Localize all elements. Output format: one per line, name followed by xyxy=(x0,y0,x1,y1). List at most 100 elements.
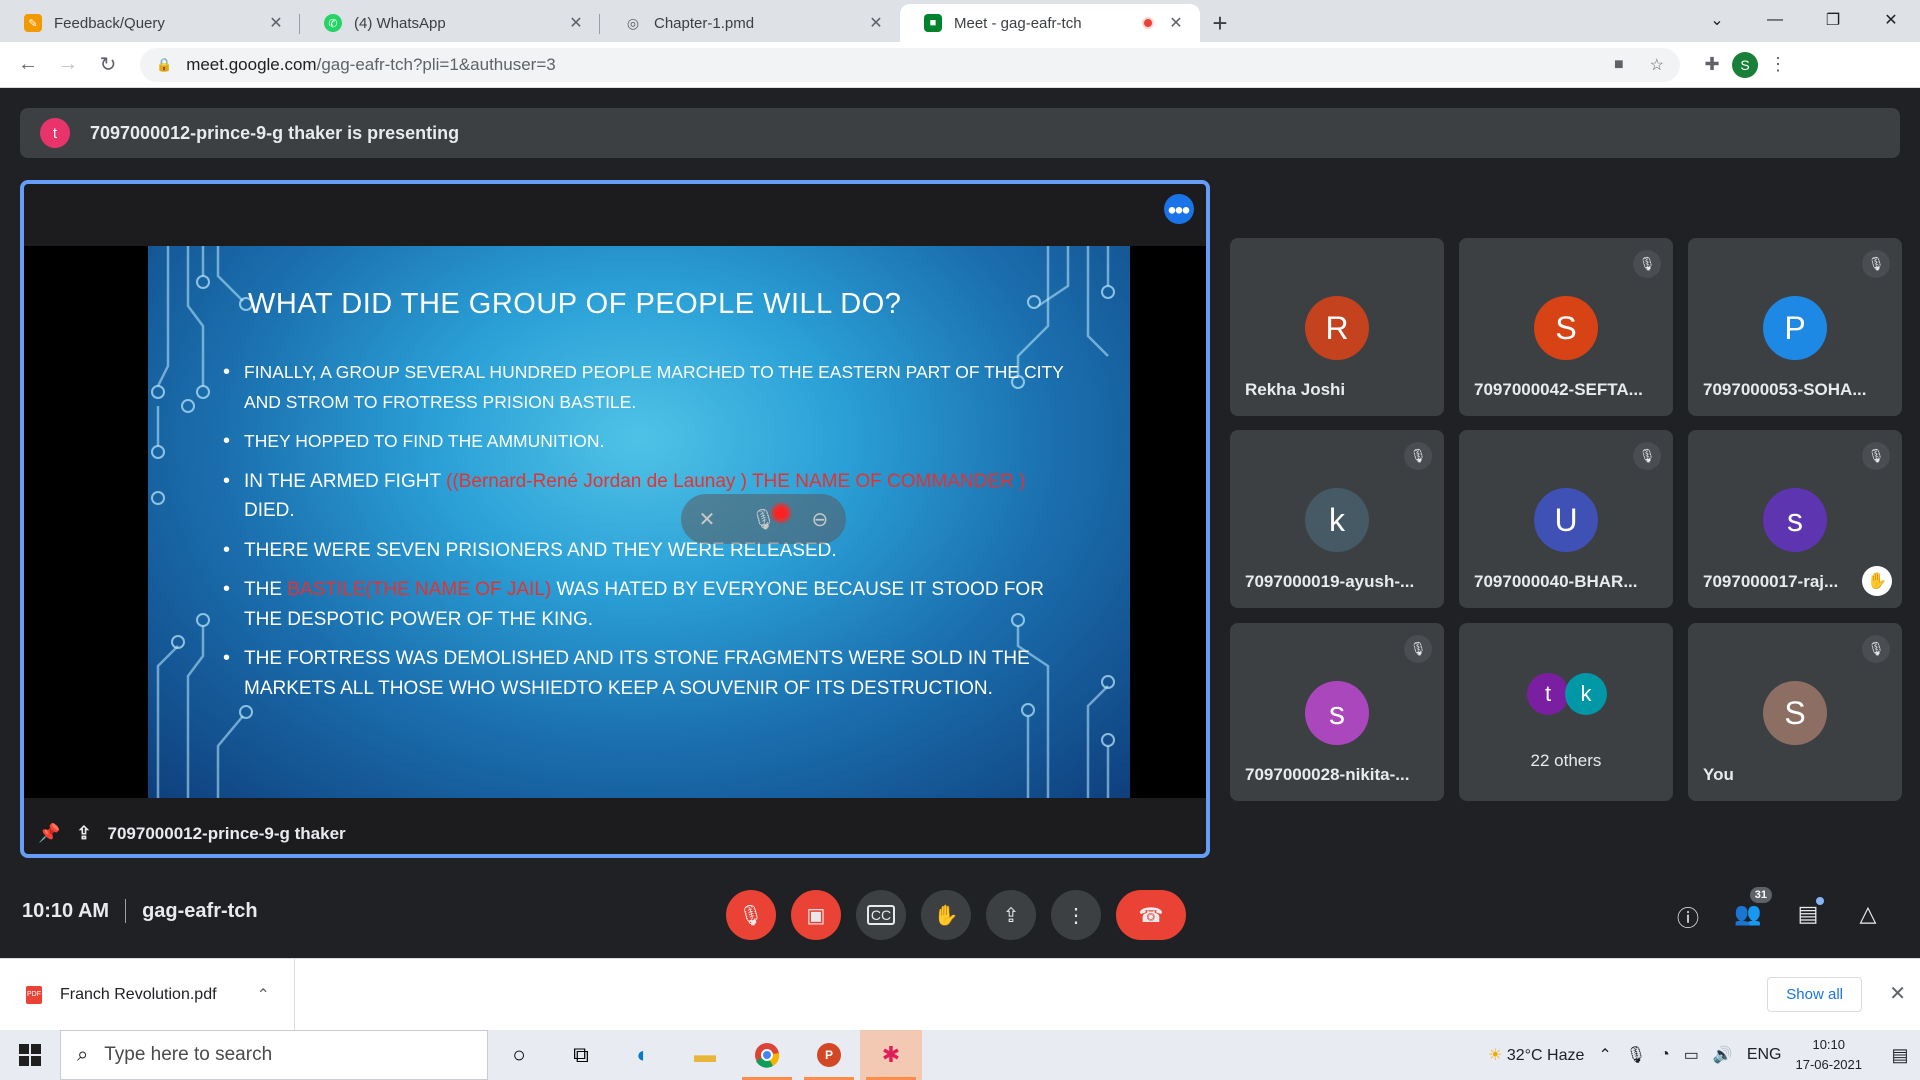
participant-tile[interactable]: S 7097000042-SEFTA... 🎙 xyxy=(1459,238,1673,416)
lock-icon[interactable]: 🔒 xyxy=(156,57,172,73)
tab-search-icon[interactable]: ⌄ xyxy=(1688,10,1746,30)
slide-text: IN THE ARMED FIGHT xyxy=(244,470,446,492)
participant-avatar: s xyxy=(1305,681,1369,745)
address-bar[interactable]: 🔒 meet.google.com/gag-eafr-tch?pli=1&aut… xyxy=(140,47,1680,82)
activities-icon: △ xyxy=(1859,901,1877,926)
taskbar-clock[interactable]: 10:10 17-06-2021 xyxy=(1796,1035,1863,1075)
close-icon[interactable]: ✕ xyxy=(1166,13,1186,33)
presenter-controls-overlay[interactable]: ✕ 🎙 ⊖ xyxy=(681,494,846,544)
tab-chapter[interactable]: ◎ Chapter-1.pmd ✕ xyxy=(600,4,900,42)
hang-up-icon: ☎ xyxy=(1138,904,1164,927)
notifications-icon[interactable]: ▤ xyxy=(1880,1045,1920,1066)
participant-tile[interactable]: S You 🎙 xyxy=(1688,623,1902,801)
start-button[interactable] xyxy=(0,1044,60,1066)
close-icon[interactable]: ✕ xyxy=(266,13,286,33)
presentation-stage[interactable]: ⦁⦁⦁ WHAT DID THE GROUP OF PEOPLE WILL DO… xyxy=(20,180,1210,858)
tab-title: (4) WhatsApp xyxy=(354,14,446,32)
participant-name: 7097000019-ayush-... xyxy=(1245,572,1415,591)
slide-text: FINALLY, A GROUP SEVERAL HUNDRED PEOPLE … xyxy=(244,362,1064,412)
meet-icon: ■ xyxy=(924,14,942,32)
windows-taskbar: ⌕ Type here to search ○ ⧉ ◐ ▬ P ✱ ☀ 32°C… xyxy=(0,1030,1920,1080)
raise-hand-button[interactable]: ✋ xyxy=(921,890,971,940)
slide-title: WHAT DID THE GROUP OF PEOPLE WILL DO? xyxy=(248,288,902,320)
mic-off-button[interactable]: 🎙 xyxy=(726,890,776,940)
participant-tile[interactable]: R Rekha Joshi xyxy=(1230,238,1444,416)
url-text: meet.google.com/gag-eafr-tch?pli=1&authu… xyxy=(186,55,1588,75)
battery-icon[interactable]: ▭ xyxy=(1684,1045,1699,1065)
window-close-icon[interactable]: ✕ xyxy=(1862,10,1920,30)
bookmark-star-icon[interactable]: ☆ xyxy=(1650,55,1664,75)
chrome-icon[interactable] xyxy=(736,1030,798,1080)
participant-tile[interactable]: s 7097000028-nikita-... 🎙 xyxy=(1230,623,1444,801)
muted-mic-icon: 🎙 xyxy=(1633,250,1661,278)
slide-text: DIED. xyxy=(244,500,295,521)
cortana-icon[interactable]: ○ xyxy=(488,1030,550,1080)
show-all-button[interactable]: Show all xyxy=(1767,977,1862,1012)
show-hidden-icons-icon[interactable]: ⌃ xyxy=(1598,1045,1611,1065)
minimize-icon[interactable]: — xyxy=(1746,11,1804,29)
chat-button[interactable]: ▤ xyxy=(1790,897,1826,927)
remove-icon[interactable]: ⊖ xyxy=(812,507,829,532)
forward-icon[interactable]: → xyxy=(48,53,88,76)
chrome-logo xyxy=(755,1043,780,1068)
powerpoint-icon[interactable]: P xyxy=(798,1030,860,1080)
camera-icon[interactable]: ■ xyxy=(1614,56,1624,74)
menu-icon[interactable]: ⋮ xyxy=(1758,54,1798,75)
restore-icon[interactable]: ❐ xyxy=(1804,10,1862,30)
slide-text: THE FORTRESS WAS DEMOLISHED AND ITS STON… xyxy=(244,648,1030,699)
profile-avatar[interactable]: S xyxy=(1732,51,1758,78)
weather-text: 32°C Haze xyxy=(1506,1047,1585,1064)
tab-meet[interactable]: ■ Meet - gag-eafr-tch ✕ xyxy=(900,4,1200,42)
camera-off-button[interactable]: ▣ xyxy=(791,890,841,940)
mic-off-icon: 🎙 xyxy=(738,904,764,927)
slack-icon[interactable]: ✱ xyxy=(860,1030,922,1080)
edge-icon[interactable]: ◐ xyxy=(612,1030,674,1080)
tab-strip: ✎ Feedback/Query ✕ ✆ (4) WhatsApp ✕ ◎ Ch… xyxy=(0,0,1920,42)
microphone-tray-icon[interactable]: 🎙 xyxy=(1626,1045,1646,1065)
taskbar-search[interactable]: ⌕ Type here to search xyxy=(60,1030,488,1080)
network-icon[interactable]: ◔ xyxy=(1660,1046,1670,1064)
leave-call-button[interactable]: ☎ xyxy=(1116,890,1186,940)
participant-tile[interactable]: k 7097000019-ayush-... 🎙 xyxy=(1230,430,1444,608)
participant-tile[interactable]: s 7097000017-raj... 🎙 ✋ xyxy=(1688,430,1902,608)
participant-avatar: R xyxy=(1305,296,1369,360)
tab-feedback[interactable]: ✎ Feedback/Query ✕ xyxy=(0,4,300,42)
activities-button[interactable]: △ xyxy=(1850,901,1886,927)
meeting-info-button[interactable]: ⓘ xyxy=(1670,901,1706,933)
recording-icon xyxy=(1142,17,1154,29)
unpin-icon[interactable]: ✕ xyxy=(699,507,716,532)
present-now-button[interactable]: ⇪ xyxy=(986,890,1036,940)
close-download-bar-icon[interactable]: ✕ xyxy=(1889,981,1906,1006)
participant-name: 7097000017-raj... xyxy=(1703,572,1839,591)
others-tile[interactable]: t k 22 others xyxy=(1459,623,1673,801)
volume-icon[interactable]: 🔊 xyxy=(1713,1045,1733,1065)
close-icon[interactable]: ✕ xyxy=(866,13,886,33)
download-item[interactable]: PDF Franch Revolution.pdf ⌃ xyxy=(0,959,295,1030)
more-options-button[interactable]: ⋮ xyxy=(1051,890,1101,940)
captions-button[interactable]: CC xyxy=(856,890,906,940)
extensions-icon[interactable]: ✚ xyxy=(1692,54,1732,75)
language-indicator[interactable]: ENG xyxy=(1747,1046,1782,1064)
file-explorer-icon[interactable]: ▬ xyxy=(674,1030,736,1080)
call-controls-bar: 10:10 AM gag-eafr-tch 🎙 ▣ CC ✋ ⇪ ⋮ ☎ ⓘ 👥… xyxy=(0,866,1920,956)
clock-date: 17-06-2021 xyxy=(1795,1057,1863,1072)
participant-name: 7097000028-nikita-... xyxy=(1245,765,1410,784)
new-tab-button[interactable]: + xyxy=(1200,4,1240,42)
tab-whatsapp[interactable]: ✆ (4) WhatsApp ✕ xyxy=(300,4,600,42)
download-bar: PDF Franch Revolution.pdf ⌃ Show all ✕ xyxy=(0,958,1920,1030)
people-button[interactable]: 👥 31 xyxy=(1730,887,1772,927)
pin-icon[interactable]: 📌 xyxy=(38,823,60,844)
chevron-up-icon[interactable]: ⌃ xyxy=(257,985,270,1005)
window-controls: ⌄ — ❐ ✕ xyxy=(1688,0,1920,40)
tab-title: Feedback/Query xyxy=(54,14,165,32)
participant-avatar: s xyxy=(1763,488,1827,552)
participant-tile[interactable]: P 7097000053-SOHA... 🎙 xyxy=(1688,238,1902,416)
task-view-icon[interactable]: ⧉ xyxy=(550,1030,612,1080)
reload-icon[interactable]: ↻ xyxy=(88,52,128,77)
weather-widget[interactable]: ☀ 32°C Haze xyxy=(1488,1045,1584,1065)
close-icon[interactable]: ✕ xyxy=(566,13,586,33)
present-icon: ⇪ xyxy=(76,823,92,843)
back-icon[interactable]: ← xyxy=(8,53,48,76)
muted-mic-icon: 🎙 xyxy=(1633,442,1661,470)
participant-tile[interactable]: U 7097000040-BHAR... 🎙 xyxy=(1459,430,1673,608)
